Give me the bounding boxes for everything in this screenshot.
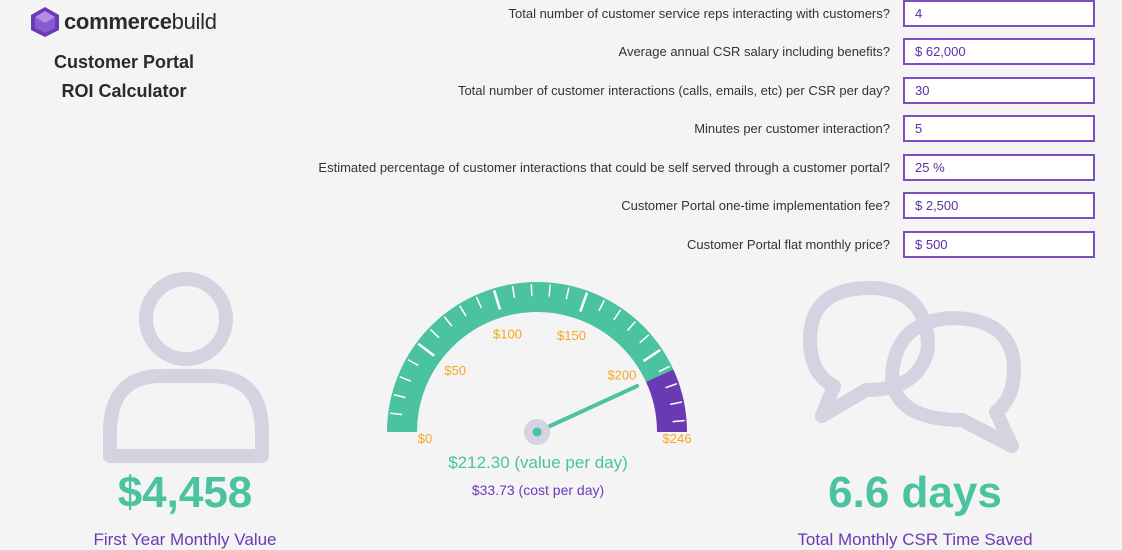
implementation-fee-input[interactable]	[903, 192, 1095, 219]
gauge-tick-label: $246	[663, 431, 692, 446]
csr-count-input[interactable]	[903, 0, 1095, 27]
monthly-price-input[interactable]	[903, 231, 1095, 258]
gauge-arcs	[387, 281, 687, 432]
gauge-tick-label: $200	[607, 367, 636, 382]
question-row-monthly-price: Customer Portal flat monthly price?	[0, 231, 1122, 260]
question-label: Customer Portal flat monthly price?	[686, 237, 890, 252]
question-label: Total number of customer service reps in…	[508, 6, 891, 21]
question-label: Customer Portal one-time implementation …	[621, 198, 890, 213]
gauge-needle	[535, 384, 639, 434]
question-row-interactions: Total number of customer interactions (c…	[0, 77, 1122, 106]
salary-input[interactable]	[903, 38, 1095, 65]
gauge-value-text: $212.30 (value per day)	[448, 453, 628, 472]
gauge-tick	[548, 284, 551, 297]
gauge-tick-label: $0	[418, 431, 432, 446]
gauge-tick-label: $150	[557, 328, 586, 343]
chat-bubbles-icon	[803, 281, 1021, 453]
person-icon	[103, 272, 269, 463]
interactions-input[interactable]	[903, 77, 1095, 104]
question-label: Estimated percentage of customer interac…	[318, 160, 890, 175]
minutes-input[interactable]	[903, 115, 1095, 142]
gauge-chart: $0 $50 $100 $150 $200 $246	[387, 281, 692, 446]
gauge-cost-text: $33.73 (cost per day)	[471, 482, 605, 498]
question-label: Total number of customer interactions (c…	[457, 83, 890, 98]
gauge-tick-label: $100	[493, 326, 522, 341]
question-row-minutes: Minutes per customer interaction?	[0, 115, 1122, 144]
question-row-salary: Average annual CSR salary including bene…	[0, 38, 1122, 67]
gauge-tick-label: $50	[444, 363, 466, 378]
question-label: Average annual CSR salary including bene…	[618, 44, 890, 59]
question-label: Minutes per customer interaction?	[694, 121, 890, 136]
gauge-hub-center	[532, 427, 542, 437]
gauge-tick	[672, 419, 685, 423]
question-row-implementation-fee: Customer Portal one-time implementation …	[0, 192, 1122, 221]
time-saved-value: 6.6 days	[828, 468, 1002, 517]
gauge-value-arc	[387, 281, 674, 432]
question-row-self-serve: Estimated percentage of customer interac…	[0, 154, 1122, 183]
first-year-value: $4,458	[117, 468, 253, 517]
self-serve-percent-input[interactable]	[903, 154, 1095, 181]
question-row-csr-count: Total number of customer service reps in…	[0, 0, 1122, 29]
first-year-label: First Year Monthly Value	[93, 530, 277, 549]
time-saved-label: Total Monthly CSR Time Saved	[797, 530, 1033, 549]
